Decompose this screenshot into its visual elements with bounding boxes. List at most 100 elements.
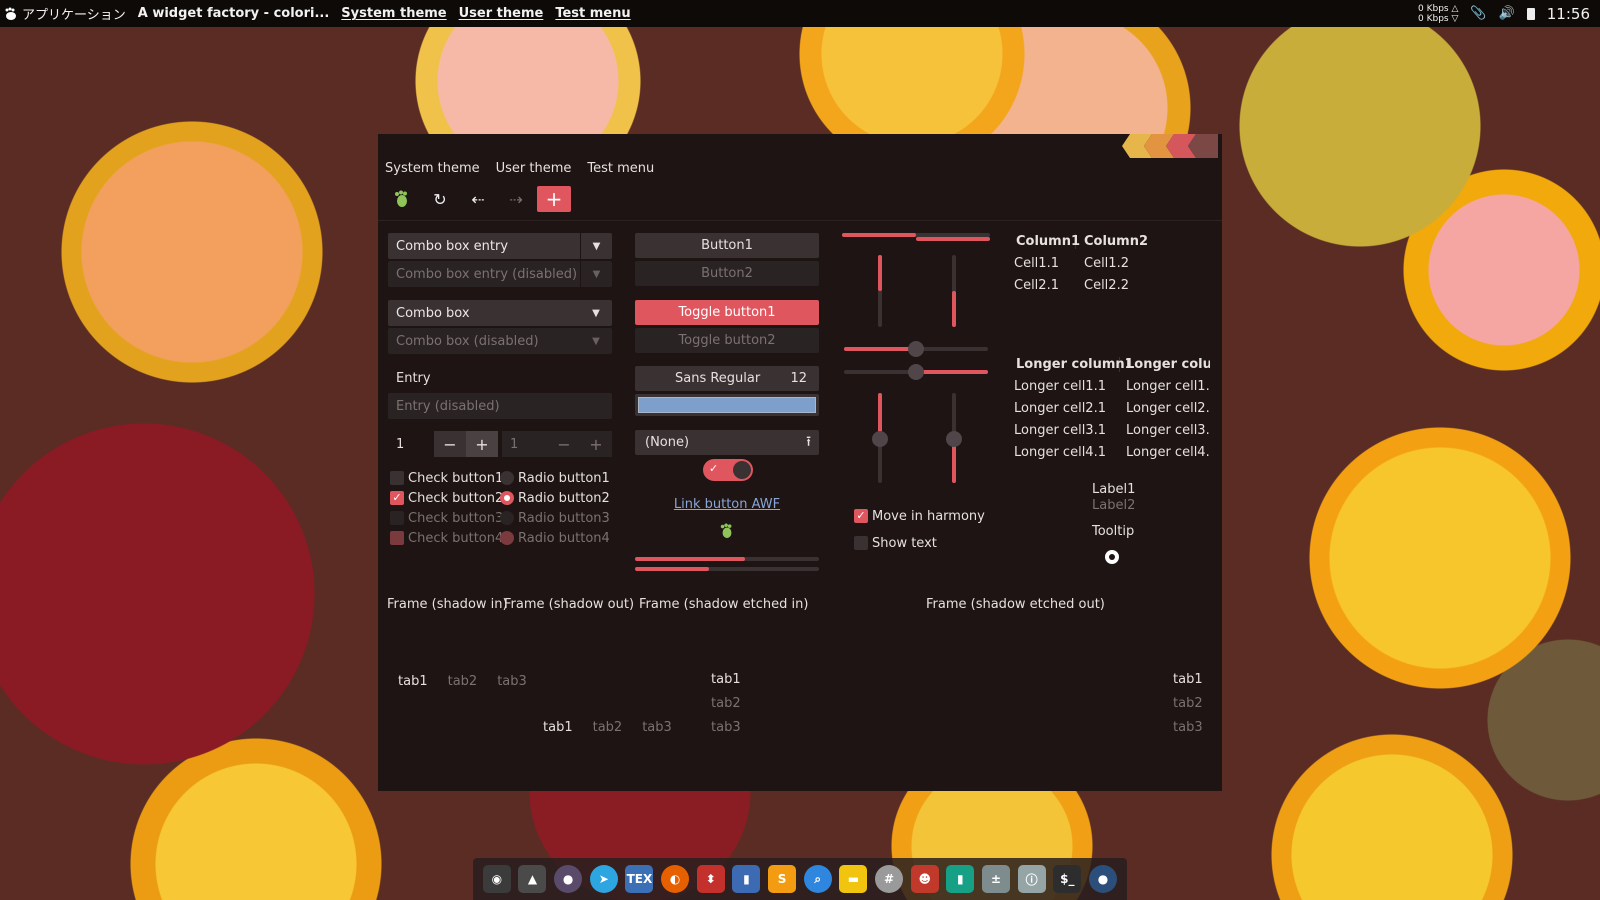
- palette-icon[interactable]: ●: [554, 865, 583, 893]
- magnifier-icon[interactable]: ⌕: [803, 865, 832, 893]
- top-menu-system-theme[interactable]: System theme: [341, 6, 446, 21]
- tab-2[interactable]: tab2: [711, 696, 741, 711]
- checkbox-checked[interactable]: ✓: [390, 491, 404, 505]
- window-decoration-buttons[interactable]: [1122, 134, 1218, 158]
- minus-icon[interactable]: −: [434, 431, 466, 457]
- color-button[interactable]: [635, 394, 819, 416]
- calculator-icon[interactable]: ±: [982, 865, 1011, 893]
- tree-view-1[interactable]: Column1 Column2 Cell1.1 Cell1.2 Cell2.1 …: [1014, 230, 1148, 296]
- table-row[interactable]: Longer cell4.1 Longer cell4.2: [1014, 441, 1210, 463]
- top-menu-test-menu[interactable]: Test menu: [555, 6, 630, 21]
- tab-1[interactable]: tab1: [398, 674, 428, 689]
- gnome-foot-icon[interactable]: [385, 186, 419, 212]
- scale-knob[interactable]: [946, 431, 962, 447]
- scale-knob[interactable]: [908, 364, 924, 380]
- progress-fill: [952, 291, 956, 327]
- back-icon[interactable]: ⇠: [461, 186, 495, 212]
- applications-menu[interactable]: アプリケーション: [4, 4, 126, 23]
- table-row[interactable]: Longer cell2.1 Longer cell2.2: [1014, 397, 1210, 419]
- entry-field[interactable]: Entry: [396, 371, 431, 386]
- owl-icon[interactable]: ◉: [482, 865, 511, 893]
- add-icon[interactable]: +: [537, 186, 571, 212]
- tab-3[interactable]: tab3: [711, 720, 741, 735]
- window-title[interactable]: A widget factory - colori...: [138, 6, 330, 21]
- book-icon[interactable]: ▮: [732, 865, 761, 893]
- toggle-button-1[interactable]: Toggle button1: [635, 300, 819, 325]
- combo-box-entry[interactable]: Combo box entry ▼: [388, 233, 612, 259]
- tab-3[interactable]: tab3: [497, 674, 527, 689]
- chevron-down-icon[interactable]: ▼: [580, 233, 612, 259]
- tab-1[interactable]: tab1: [543, 720, 573, 735]
- system-info-icon[interactable]: ⓘ: [1017, 865, 1046, 893]
- move-in-harmony-check[interactable]: ✓ Move in harmony: [854, 506, 985, 526]
- forward-icon[interactable]: ⇢: [499, 186, 533, 212]
- sublime-icon[interactable]: S: [768, 865, 797, 893]
- column-header[interactable]: Longer colum: [1126, 357, 1210, 372]
- chevron-down-icon: ▼: [580, 261, 612, 287]
- top-menu-user-theme[interactable]: User theme: [459, 6, 544, 21]
- tab-3[interactable]: tab3: [1173, 720, 1203, 735]
- paperclip-icon[interactable]: 📎: [1470, 6, 1486, 21]
- link-button[interactable]: Link button AWF: [635, 497, 819, 512]
- terminal-icon[interactable]: $_: [1053, 865, 1082, 893]
- radio-button-1[interactable]: Radio button1: [500, 468, 610, 488]
- tray-download-icon[interactable]: ⬍: [696, 865, 725, 893]
- menu-test-menu[interactable]: Test menu: [587, 161, 654, 176]
- file-chooser-button[interactable]: (None) ⭱: [635, 430, 819, 455]
- check-button-1[interactable]: Check button1: [390, 468, 503, 488]
- plus-icon[interactable]: +: [466, 431, 498, 457]
- spin-disabled-value: 1: [502, 431, 548, 457]
- tree-view-2[interactable]: Longer column1 Longer colum Longer cell1…: [1014, 353, 1210, 463]
- column-header[interactable]: Column2: [1084, 234, 1148, 249]
- volume-icon[interactable]: 🔊: [1499, 6, 1515, 21]
- table-row[interactable]: Cell1.1 Cell1.2: [1014, 252, 1148, 274]
- tab-1[interactable]: tab1: [1173, 672, 1203, 687]
- table-row[interactable]: Longer cell1.1 Longer cell1.2: [1014, 375, 1210, 397]
- spin-value[interactable]: 1: [388, 431, 434, 457]
- settings-icon[interactable]: ●: [1088, 865, 1117, 893]
- tooltip-label[interactable]: Tooltip: [1092, 524, 1134, 539]
- battery-icon[interactable]: [1526, 7, 1535, 20]
- show-text-check[interactable]: Show text: [854, 533, 937, 553]
- radio-button-2[interactable]: Radio button2: [500, 488, 610, 508]
- combo-box-disabled-text: Combo box (disabled): [396, 333, 539, 349]
- anime-app-icon[interactable]: ☻: [910, 865, 939, 893]
- menu-user-theme[interactable]: User theme: [496, 161, 572, 176]
- menu-system-theme[interactable]: System theme: [385, 161, 480, 176]
- tab-2[interactable]: tab2: [448, 674, 478, 689]
- tab-1[interactable]: tab1: [711, 672, 741, 687]
- tab-2[interactable]: tab2: [1173, 696, 1203, 711]
- progress-fill: [635, 567, 709, 571]
- firefox-icon[interactable]: ◐: [661, 865, 690, 893]
- checkbox-checked[interactable]: ✓: [854, 509, 868, 523]
- tex-icon[interactable]: TEX: [625, 865, 654, 893]
- table-cell: Longer cell1.1: [1014, 378, 1106, 394]
- telegram-icon[interactable]: ➤: [589, 865, 618, 893]
- font-button[interactable]: Sans Regular 12: [635, 366, 819, 391]
- scale-knob[interactable]: [872, 431, 888, 447]
- table-row[interactable]: Cell2.1 Cell2.2: [1014, 274, 1148, 296]
- table-row[interactable]: Longer cell3.1 Longer cell3.2: [1014, 419, 1210, 441]
- bookmark-icon[interactable]: ▮: [946, 865, 975, 893]
- radio-selected[interactable]: [500, 491, 514, 505]
- refresh-icon[interactable]: ↻: [423, 186, 457, 212]
- clock[interactable]: 11:56: [1547, 5, 1590, 23]
- check-button-2[interactable]: ✓ Check button2: [390, 488, 503, 508]
- button-1[interactable]: Button1: [635, 233, 819, 258]
- column-header[interactable]: Longer column1: [1014, 356, 1134, 372]
- column-header[interactable]: Column1: [1014, 233, 1080, 249]
- mountain-icon[interactable]: ▲: [518, 865, 547, 893]
- combo-box[interactable]: Combo box ▼: [388, 300, 612, 326]
- file-manager-icon[interactable]: ▬: [839, 865, 868, 893]
- radio[interactable]: [500, 471, 514, 485]
- tab-2[interactable]: tab2: [593, 720, 623, 735]
- tab-3[interactable]: tab3: [642, 720, 672, 735]
- check-label: Check button1: [408, 470, 504, 486]
- radio-label: Radio button3: [518, 510, 610, 526]
- checkbox[interactable]: [854, 536, 868, 550]
- spin-button[interactable]: 1 − +: [388, 431, 498, 457]
- checkbox[interactable]: [390, 471, 404, 485]
- scale-knob[interactable]: [908, 341, 924, 357]
- hashtag-icon[interactable]: #: [875, 865, 904, 893]
- switch[interactable]: ✓: [703, 459, 753, 481]
